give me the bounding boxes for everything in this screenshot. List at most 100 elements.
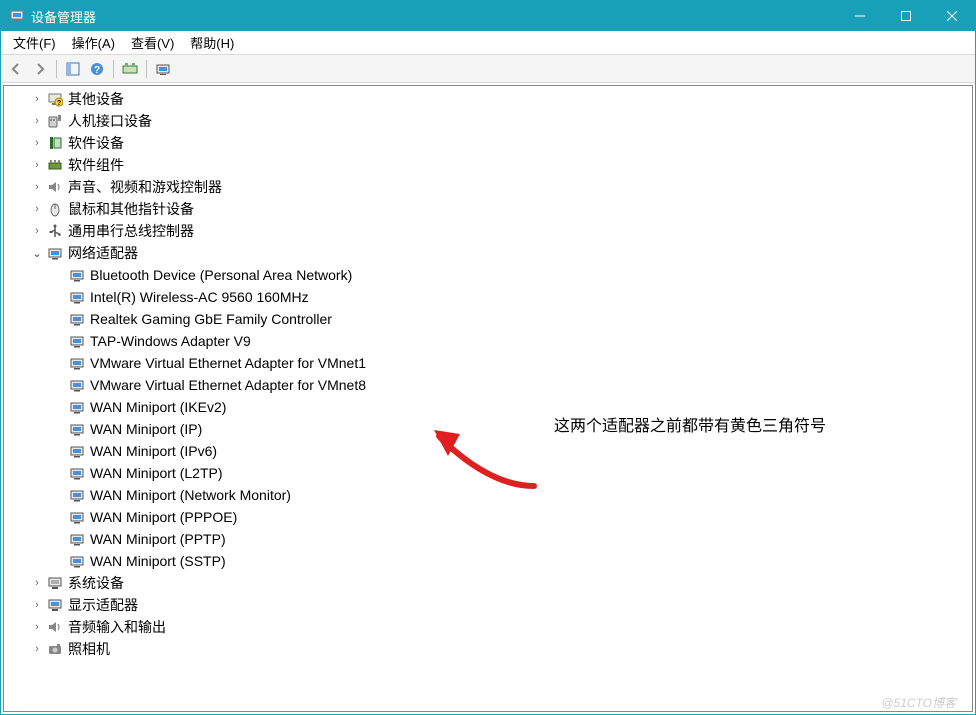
device-item[interactable]: Bluetooth Device (Personal Area Network) (8, 264, 972, 286)
titlebar[interactable]: 设备管理器 (1, 1, 975, 31)
category-software[interactable]: › 软件设备 (8, 132, 972, 154)
category-other[interactable]: ›其他设备 (8, 88, 972, 110)
device-item[interactable]: WAN Miniport (IKEv2) (8, 396, 972, 418)
separator (56, 60, 57, 78)
nav-back-button[interactable] (5, 58, 27, 80)
net-icon (68, 464, 86, 482)
net-icon (68, 486, 86, 504)
device-item[interactable]: WAN Miniport (PPPOE) (8, 506, 972, 528)
chevron-right-icon[interactable]: › (30, 93, 44, 105)
chevron-right-icon[interactable]: › (30, 181, 44, 193)
device-label: TAP-Windows Adapter V9 (88, 333, 251, 349)
help-button[interactable]: ? (86, 58, 108, 80)
device-item[interactable]: WAN Miniport (SSTP) (8, 550, 972, 572)
category-system[interactable]: › 系统设备 (8, 572, 972, 594)
close-button[interactable] (929, 1, 975, 31)
usb-icon (46, 222, 64, 240)
net-icon (68, 310, 86, 328)
app-icon (9, 8, 25, 24)
net-icon (68, 332, 86, 350)
menu-file[interactable]: 文件(F) (5, 31, 64, 54)
device-item[interactable]: TAP-Windows Adapter V9 (8, 330, 972, 352)
warn-icon (46, 90, 64, 108)
net-icon (68, 354, 86, 372)
device-label: Bluetooth Device (Personal Area Network) (88, 267, 352, 283)
net-icon (68, 420, 86, 438)
hid-icon (46, 112, 64, 130)
chevron-right-icon[interactable]: › (30, 137, 44, 149)
separator (113, 60, 114, 78)
category-label: 照相机 (66, 639, 110, 659)
category-label: 鼠标和其他指针设备 (66, 199, 194, 219)
category-label: 网络适配器 (66, 243, 138, 263)
chevron-right-icon[interactable]: › (30, 203, 44, 215)
device-label: VMware Virtual Ethernet Adapter for VMne… (88, 377, 366, 393)
device-item[interactable]: WAN Miniport (L2TP) (8, 462, 972, 484)
show-hide-tree-button[interactable] (62, 58, 84, 80)
nav-forward-button[interactable] (29, 58, 51, 80)
category-label: 系统设备 (66, 573, 124, 593)
category-display[interactable]: › 显示适配器 (8, 594, 972, 616)
maximize-button[interactable] (883, 1, 929, 31)
mouse-icon (46, 200, 64, 218)
net-icon (68, 266, 86, 284)
chevron-right-icon[interactable]: › (30, 225, 44, 237)
system-icon (46, 574, 64, 592)
minimize-button[interactable] (837, 1, 883, 31)
chevron-right-icon[interactable]: › (30, 159, 44, 171)
net-icon (68, 398, 86, 416)
category-label: 软件组件 (66, 155, 124, 175)
device-label: WAN Miniport (Network Monitor) (88, 487, 291, 503)
chevron-right-icon[interactable]: › (30, 643, 44, 655)
speaker-icon (46, 618, 64, 636)
device-item[interactable]: WAN Miniport (Network Monitor) (8, 484, 972, 506)
category-label: 显示适配器 (66, 595, 138, 615)
category-mouse[interactable]: › 鼠标和其他指针设备 (8, 198, 972, 220)
category-label: 声音、视频和游戏控制器 (66, 177, 222, 197)
category-label: 通用串行总线控制器 (66, 221, 194, 241)
category-camera[interactable]: › 照相机 (8, 638, 972, 660)
category-label: 软件设备 (66, 133, 124, 153)
menu-view[interactable]: 查看(V) (123, 31, 182, 54)
chevron-down-icon[interactable]: ⌄ (30, 247, 44, 260)
properties-button[interactable] (152, 58, 174, 80)
svg-text:?: ? (94, 65, 100, 76)
net-icon (68, 530, 86, 548)
category-usb[interactable]: › 通用串行总线控制器 (8, 220, 972, 242)
device-label: Intel(R) Wireless-AC 9560 160MHz (88, 289, 309, 305)
soft-icon (46, 134, 64, 152)
device-item[interactable]: WAN Miniport (IPv6) (8, 440, 972, 462)
device-label: WAN Miniport (IPv6) (88, 443, 217, 459)
device-label: Realtek Gaming GbE Family Controller (88, 311, 332, 327)
device-item[interactable]: WAN Miniport (PPTP) (8, 528, 972, 550)
camera-icon (46, 640, 64, 658)
chevron-right-icon[interactable]: › (30, 599, 44, 611)
device-item[interactable]: VMware Virtual Ethernet Adapter for VMne… (8, 374, 972, 396)
chevron-right-icon[interactable]: › (30, 621, 44, 633)
chevron-right-icon[interactable]: › (30, 115, 44, 127)
category-sound[interactable]: › 声音、视频和游戏控制器 (8, 176, 972, 198)
chevron-right-icon[interactable]: › (30, 577, 44, 589)
device-label: WAN Miniport (SSTP) (88, 553, 226, 569)
speaker-icon (46, 178, 64, 196)
window-title: 设备管理器 (31, 7, 837, 26)
menu-help[interactable]: 帮助(H) (182, 31, 242, 54)
device-item[interactable]: Realtek Gaming GbE Family Controller (8, 308, 972, 330)
window-buttons (837, 1, 975, 31)
category-label: 音频输入和输出 (66, 617, 166, 637)
scan-hardware-button[interactable] (119, 58, 141, 80)
device-item[interactable]: Intel(R) Wireless-AC 9560 160MHz (8, 286, 972, 308)
device-manager-window: 设备管理器 文件(F) 操作(A) 查看(V) 帮助(H) ? ›其他设备›人机… (0, 0, 976, 715)
device-tree[interactable]: ›其他设备›人机接口设备›软件设备›软件组件›声音、视频和游戏控制器›鼠标和其他… (3, 85, 973, 712)
category-hid[interactable]: › 人机接口设备 (8, 110, 972, 132)
device-label: WAN Miniport (L2TP) (88, 465, 223, 481)
category-label: 人机接口设备 (66, 111, 152, 131)
net-icon (68, 442, 86, 460)
device-item[interactable]: WAN Miniport (IP) (8, 418, 972, 440)
menu-action[interactable]: 操作(A) (64, 31, 123, 54)
category-audio[interactable]: › 音频输入和输出 (8, 616, 972, 638)
category-net[interactable]: ⌄ 网络适配器 (8, 242, 972, 264)
category-swcomp[interactable]: › 软件组件 (8, 154, 972, 176)
device-item[interactable]: VMware Virtual Ethernet Adapter for VMne… (8, 352, 972, 374)
device-label: VMware Virtual Ethernet Adapter for VMne… (88, 355, 366, 371)
